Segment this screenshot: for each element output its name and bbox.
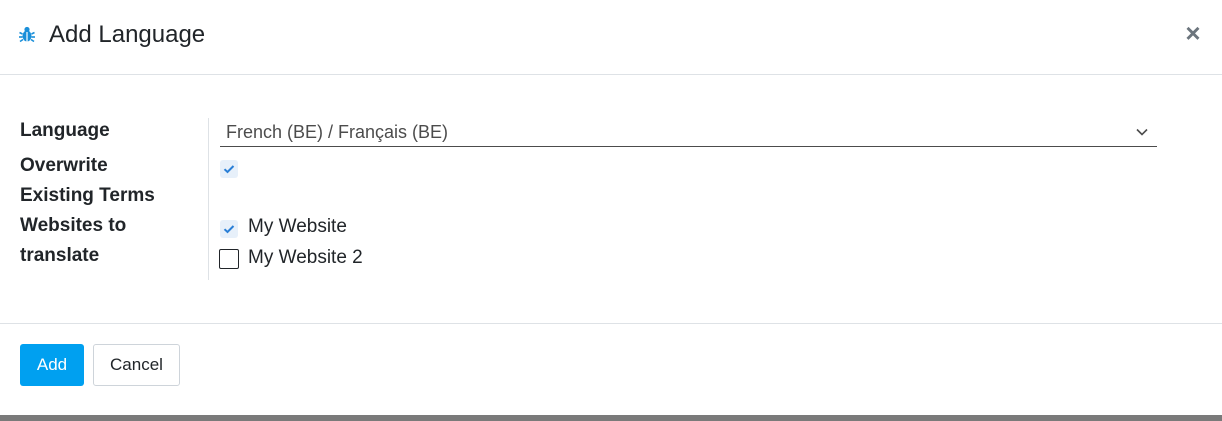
- dialog-title: Add Language: [49, 21, 206, 48]
- websites-label-line1: Websites to: [20, 215, 127, 236]
- cancel-button[interactable]: Cancel: [93, 344, 180, 386]
- dialog-header: Add Language ×: [0, 0, 1222, 75]
- overwrite-label-line2: Existing Terms: [20, 185, 155, 206]
- bottom-bar: [0, 415, 1222, 421]
- form-divider: [208, 118, 209, 280]
- website-label-1: My Website: [248, 216, 347, 237]
- check-icon: [223, 165, 235, 174]
- close-button[interactable]: ×: [1182, 20, 1204, 46]
- language-select-value: French (BE) / Français (BE): [226, 122, 449, 142]
- website-checkbox-2[interactable]: [219, 249, 239, 269]
- overwrite-checkbox[interactable]: [220, 160, 238, 178]
- dialog-footer: [0, 323, 1222, 415]
- chevron-down-icon: [1136, 128, 1148, 136]
- website-checkbox-1[interactable]: [220, 220, 238, 238]
- add-button[interactable]: Add: [20, 344, 84, 386]
- websites-label-line2: translate: [20, 245, 100, 266]
- bug-icon: [19, 26, 35, 43]
- website-label-2: My Website 2: [248, 247, 363, 268]
- language-label: Language: [20, 120, 110, 141]
- language-select[interactable]: French (BE) / Français (BE): [220, 117, 1157, 147]
- overwrite-label-line1: Overwrite: [20, 155, 108, 176]
- check-icon: [223, 225, 235, 234]
